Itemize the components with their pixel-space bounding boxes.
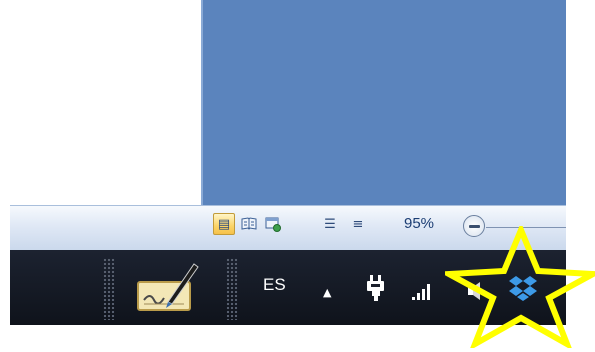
web-layout-view-button[interactable] — [262, 213, 284, 235]
outline-icon: ☰ — [324, 216, 336, 232]
draft-view-button[interactable]: ≡ — [347, 213, 369, 235]
open-book-icon — [241, 217, 257, 230]
tablet-input-panel-icon[interactable] — [136, 258, 204, 314]
language-indicator[interactable]: ES — [263, 275, 286, 295]
full-screen-reading-view-button[interactable] — [238, 213, 260, 235]
zoom-level-button[interactable]: 95% — [404, 215, 434, 232]
network-signal-icon[interactable] — [412, 282, 434, 300]
draft-icon: ≡ — [352, 216, 364, 232]
taskbar-grip-left[interactable] — [103, 258, 115, 320]
power-plug-icon[interactable] — [366, 275, 386, 301]
show-hidden-icons-button[interactable]: ▲ — [323, 286, 331, 299]
highlight-star-annotation — [445, 226, 595, 348]
outline-view-button[interactable]: ☰ — [319, 213, 341, 235]
print-layout-view-button[interactable]: ▤ — [213, 213, 235, 235]
document-background — [203, 0, 566, 205]
print-layout-icon: ▤ — [217, 216, 231, 232]
web-layout-icon — [265, 217, 281, 232]
taskbar-grip-right[interactable] — [226, 258, 238, 320]
